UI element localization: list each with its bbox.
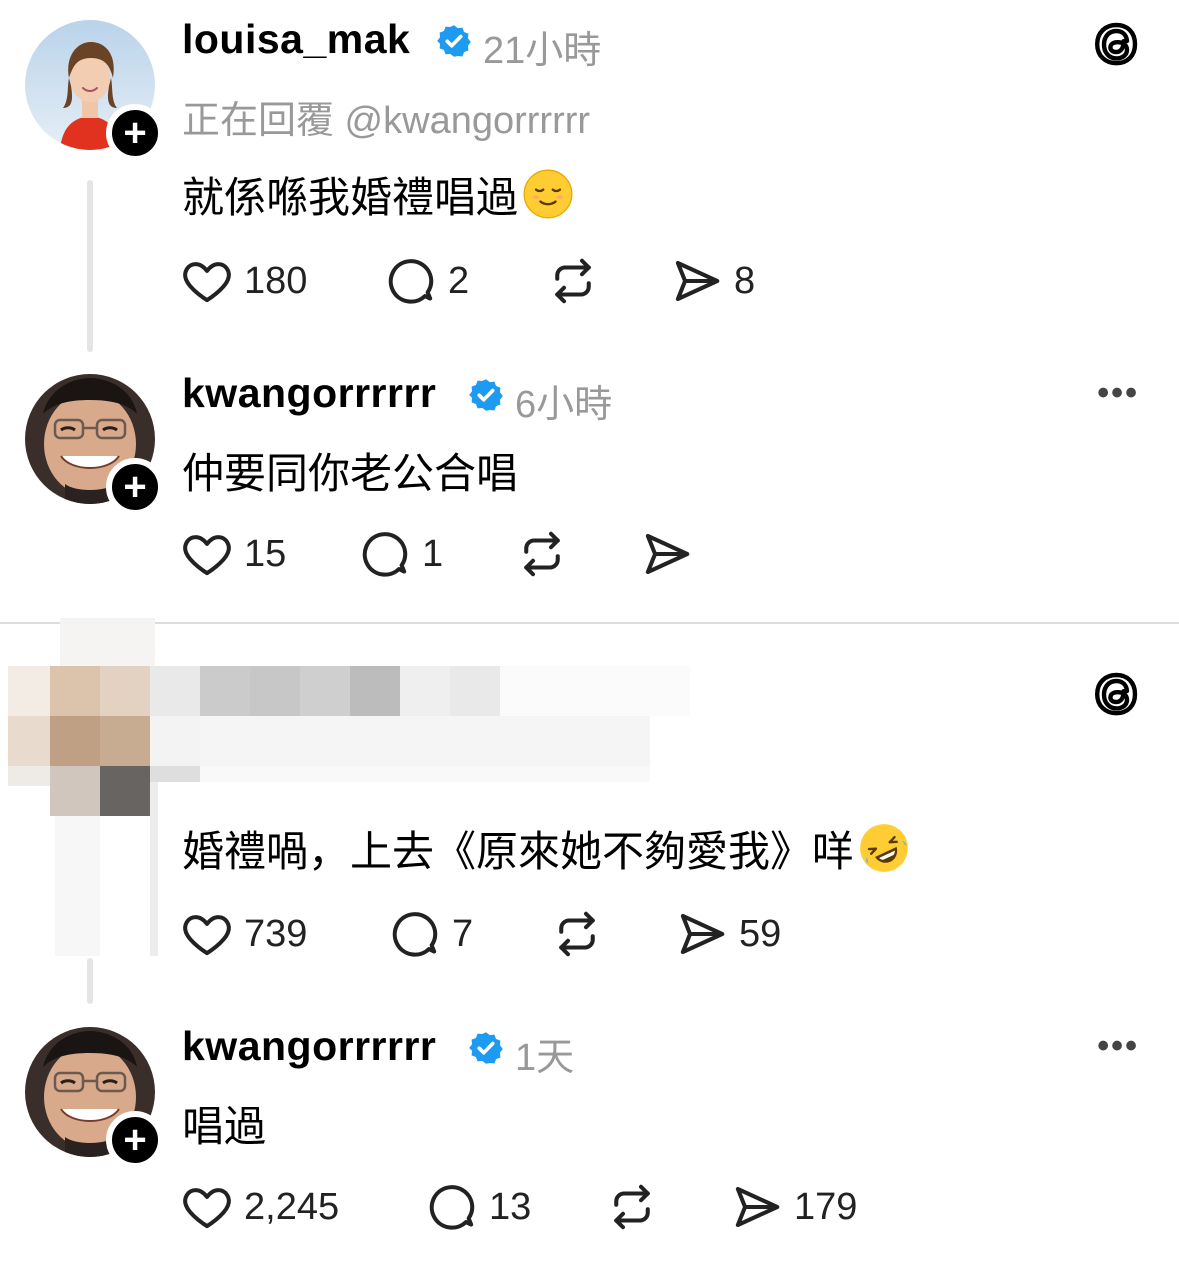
username[interactable]: louisa_mak (182, 16, 410, 63)
post-time: 21小時 (483, 30, 602, 72)
comment-icon (425, 1180, 479, 1234)
like-count: 2,245 (244, 1185, 340, 1228)
post-text-content: 婚禮喎，上去《原來她不夠愛我》咩 (182, 828, 855, 875)
share-button[interactable]: 179 (730, 1180, 857, 1234)
like-count: 15 (244, 532, 287, 575)
heart-icon (180, 907, 234, 961)
like-button[interactable]: 180 (180, 254, 307, 308)
repost-button[interactable] (605, 1180, 659, 1234)
heart-icon (180, 527, 234, 581)
divider (0, 622, 1179, 624)
more-options-icon[interactable]: ••• (1097, 374, 1139, 413)
like-button[interactable]: 2,245 (180, 1180, 339, 1234)
comment-button[interactable]: 13 (425, 1180, 531, 1234)
share-icon (670, 254, 724, 308)
thread-connector (87, 180, 93, 352)
share-button[interactable] (640, 527, 694, 581)
like-button[interactable]: 739 (180, 907, 307, 961)
share-count: 8 (734, 259, 756, 302)
threads-logo-icon[interactable] (1092, 670, 1140, 718)
repost-button[interactable] (546, 254, 600, 308)
repost-icon (550, 907, 604, 961)
comment-icon (388, 907, 442, 961)
follow-plus-icon[interactable]: + (106, 458, 164, 516)
repost-icon (546, 254, 600, 308)
post-text-content: 就係喺我婚禮唱過 (182, 174, 519, 221)
more-options-icon[interactable]: ••• (1097, 1027, 1139, 1066)
post-text: 唱過 (182, 1103, 267, 1150)
share-icon (675, 907, 729, 961)
comment-button[interactable]: 7 (388, 907, 473, 961)
verified-badge-icon (468, 377, 504, 413)
share-count: 179 (794, 1185, 858, 1228)
like-button[interactable]: 15 (180, 527, 286, 581)
share-button[interactable]: 59 (675, 907, 781, 961)
share-button[interactable]: 8 (670, 254, 755, 308)
comment-icon (384, 254, 438, 308)
comment-count: 7 (452, 912, 474, 955)
share-count: 59 (739, 912, 782, 955)
rofl-emoji-icon (858, 822, 910, 874)
comment-count: 2 (448, 259, 470, 302)
username[interactable]: kwangorrrrrr (182, 1023, 436, 1070)
comment-icon (358, 527, 412, 581)
like-count: 739 (244, 912, 308, 955)
post-time: 6小時 (515, 384, 613, 426)
relieved-face-emoji-icon (522, 168, 574, 220)
comment-button[interactable]: 2 (384, 254, 469, 308)
repost-icon (605, 1180, 659, 1234)
follow-plus-icon[interactable]: + (106, 1111, 164, 1169)
comment-count: 1 (422, 532, 444, 575)
username[interactable]: kwangorrrrrr (182, 370, 436, 417)
repost-button[interactable] (550, 907, 604, 961)
verified-badge-icon (436, 23, 472, 59)
thread-connector (87, 958, 93, 1004)
heart-icon (180, 1180, 234, 1234)
comment-button[interactable]: 1 (358, 527, 443, 581)
share-icon (640, 527, 694, 581)
threads-logo-icon[interactable] (1092, 20, 1140, 68)
repost-button[interactable] (515, 527, 569, 581)
replying-to[interactable]: 正在回覆 @kwangorrrrrr (182, 89, 590, 144)
share-icon (730, 1180, 784, 1234)
post-text: 婚禮喎，上去《原來她不夠愛我》咩 (182, 818, 910, 879)
verified-badge-icon (468, 1030, 504, 1066)
heart-icon (180, 254, 234, 308)
post-text: 仲要同你老公合唱 (182, 450, 519, 497)
repost-icon (515, 527, 569, 581)
comment-count: 13 (489, 1185, 532, 1228)
post-time: 1天 (515, 1037, 575, 1079)
follow-plus-icon[interactable]: + (106, 104, 164, 162)
post-text: 就係喺我婚禮唱過 (182, 164, 574, 225)
like-count: 180 (244, 259, 308, 302)
